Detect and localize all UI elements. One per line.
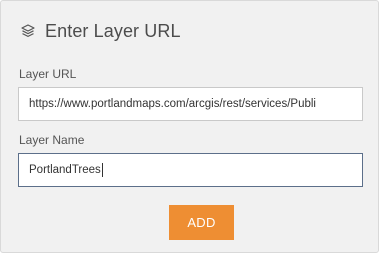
add-button[interactable]: ADD [169, 205, 234, 240]
layer-url-label: Layer URL [19, 67, 77, 81]
layers-icon [19, 22, 37, 40]
layer-url-input[interactable]: https://www.portlandmaps.com/arcgis/rest… [18, 87, 363, 121]
layer-url-value: https://www.portlandmaps.com/arcgis/rest… [29, 98, 316, 110]
text-cursor [101, 163, 103, 177]
panel-title: Enter Layer URL [45, 20, 181, 41]
panel-header: Enter Layer URL [19, 17, 181, 45]
layer-name-value: PortlandTrees [29, 164, 101, 176]
layer-name-input[interactable]: PortlandTrees [18, 153, 363, 187]
enter-layer-url-panel: Enter Layer URL Layer URL https://www.po… [0, 0, 379, 253]
layer-name-label: Layer Name [19, 133, 85, 147]
